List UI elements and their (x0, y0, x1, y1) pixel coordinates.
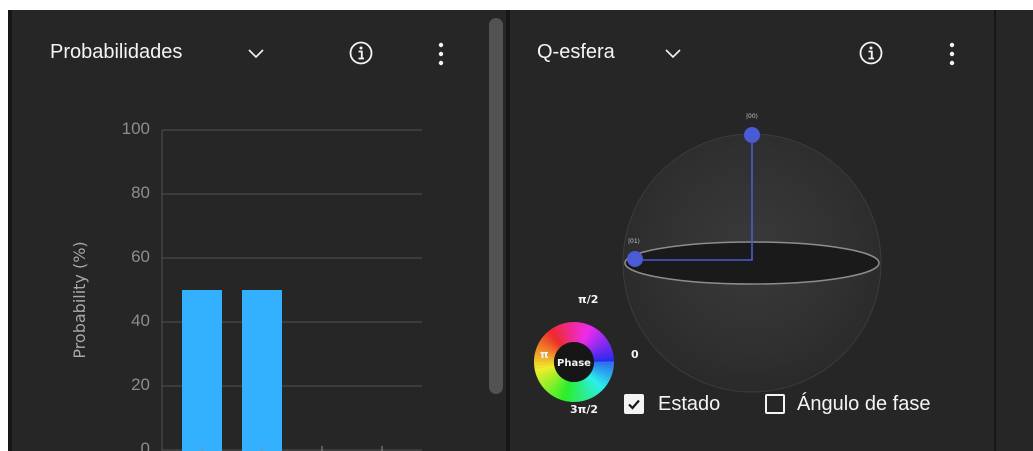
phase-wheel: Phase (534, 322, 614, 403)
qsphere-visualization: |00⟩ |01⟩ Phase (534, 113, 882, 403)
bar[interactable] (182, 290, 222, 451)
phase-label-top: π/2 (578, 293, 599, 306)
estado-label[interactable]: Estado (658, 393, 720, 416)
probability-chart (161, 129, 422, 451)
phase-label-bottom: 3π/2 (570, 403, 599, 416)
phase-label-right: 0 (631, 348, 639, 361)
estado-checkbox[interactable] (624, 394, 644, 414)
state-dot-01 (627, 251, 643, 267)
qsphere-panel: Q-esfera |00⟩ |01⟩ Phase π/2 π 0 3π/2 Es… (510, 10, 994, 451)
side-panel-edge (996, 10, 1033, 451)
phase-center-label: Phase (557, 358, 591, 369)
bar[interactable] (242, 290, 282, 451)
state-dot-00 (744, 127, 760, 143)
phase-angle-checkbox[interactable] (765, 394, 785, 414)
app-window: Probabilidades Probability (%) 0 20 40 60 80… (0, 0, 1033, 451)
state-label-00: |00⟩ (746, 113, 758, 120)
phase-label-left: π (540, 348, 549, 361)
phase-angle-label[interactable]: Ángulo de fase (797, 393, 930, 416)
state-label-01: |01⟩ (628, 238, 640, 245)
probabilities-panel: Probabilidades Probability (%) 0 20 40 60 80… (12, 10, 506, 451)
checkmark-icon (628, 399, 640, 410)
